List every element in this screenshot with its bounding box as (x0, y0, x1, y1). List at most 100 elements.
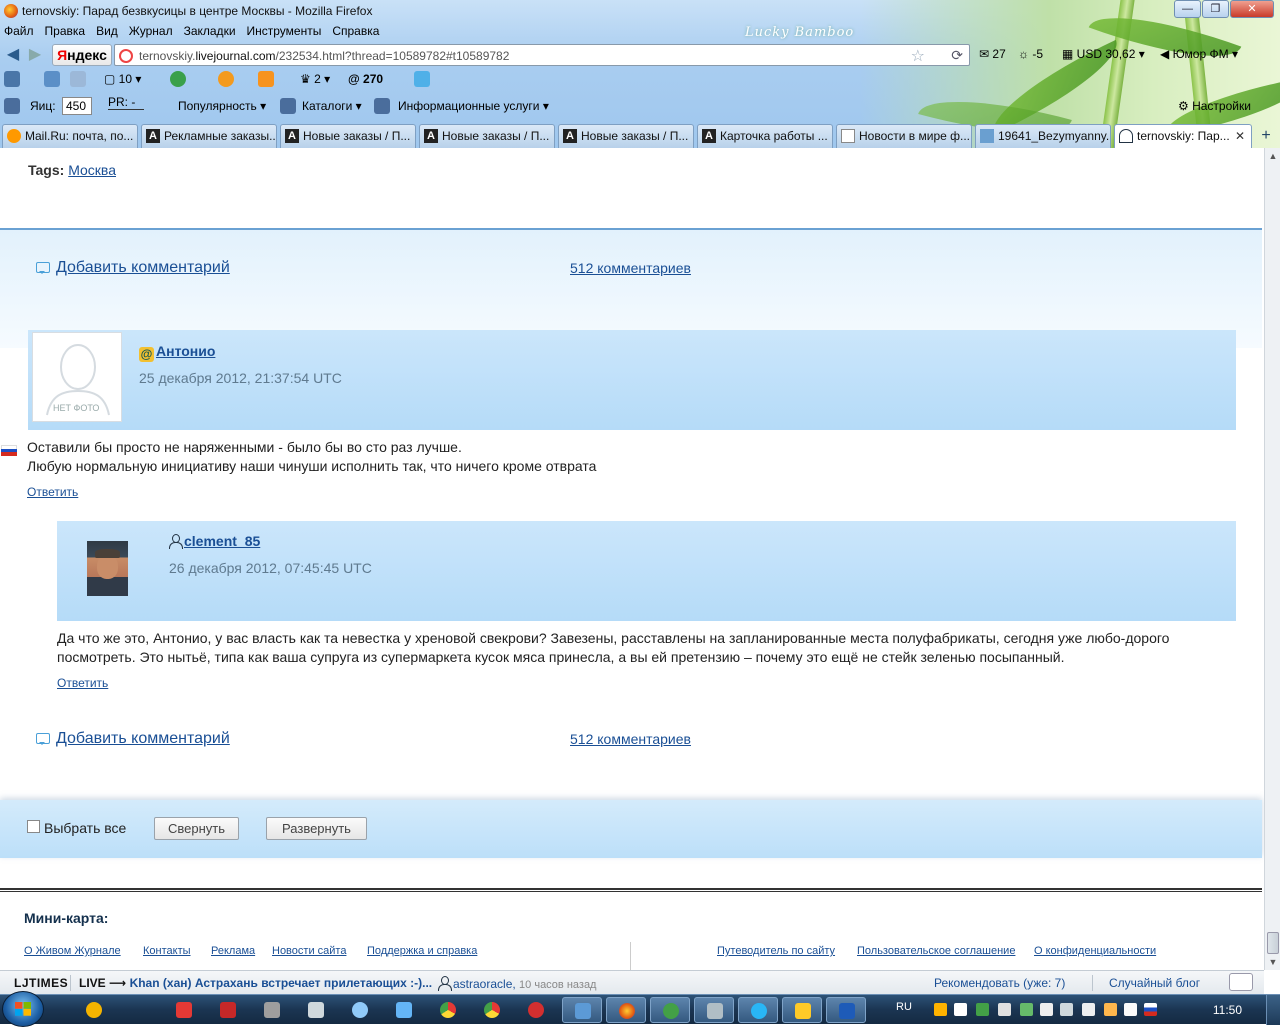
minimize-button[interactable]: — (1174, 0, 1201, 18)
mail-icon[interactable] (258, 71, 274, 87)
url-bar[interactable]: ternovskiy.livejournal.com/232534.html?t… (114, 44, 970, 66)
comment-date[interactable]: 26 декабря 2012, 07:45:45 UTC (169, 560, 372, 576)
clock[interactable]: 11:50 (1213, 1003, 1242, 1017)
live-headline[interactable]: LIVE ⟶ Khan (хан) Астрахань встречает пр… (79, 976, 432, 990)
ljtimes-logo[interactable]: LJTIMES (14, 976, 68, 990)
tab-image[interactable]: 19641_Bezymyanny... (975, 124, 1111, 148)
tag-link[interactable]: Москва (68, 162, 116, 178)
add-comment-link-top[interactable]: Добавить комментарий (36, 259, 230, 277)
scroll-up-icon[interactable]: ▲ (1265, 148, 1280, 164)
close-tab-icon[interactable]: ✕ (1235, 125, 1245, 147)
reload-icon[interactable]: ⟳ (951, 47, 963, 64)
russia-flag-icon[interactable] (1144, 1003, 1157, 1016)
mail-share-icon[interactable] (70, 71, 86, 87)
scroll-down-icon[interactable]: ▼ (1265, 954, 1280, 970)
tab-new-orders-3[interactable]: A Новые заказы / П... (558, 124, 694, 148)
menu-help[interactable]: Справка (332, 24, 379, 42)
contacts-icon[interactable] (44, 71, 60, 87)
mail-counter[interactable]: ✉ 27 (979, 47, 1006, 61)
counter-2[interactable]: ♛ 2 ▾ (300, 72, 330, 86)
page-scrollbar[interactable]: ▲ ▼ (1264, 148, 1280, 970)
tab-new-orders-1[interactable]: A Новые заказы / П... (280, 124, 416, 148)
menu-file[interactable]: Файл (4, 24, 34, 42)
url-text[interactable]: ternovskiy.livejournal.com/232534.html?t… (139, 49, 509, 63)
taskbar-app[interactable] (296, 997, 336, 1023)
add-comment-link-bottom[interactable]: Добавить комментарий (36, 730, 230, 748)
weather-widget[interactable]: ☼ -5 (1018, 47, 1043, 61)
close-button[interactable]: ✕ (1230, 0, 1274, 18)
tab-ternovskiy[interactable]: ternovskiy: Пар... ✕ (1114, 124, 1252, 148)
recommend-link[interactable]: Рекомендовать (уже: 7) (934, 976, 1065, 990)
taskbar-app[interactable] (694, 997, 734, 1023)
vkontakte-icon[interactable] (4, 71, 20, 87)
taskbar-app[interactable] (252, 997, 292, 1023)
pen-icon[interactable] (414, 71, 430, 87)
site-identity-icon[interactable] (119, 49, 133, 63)
menu-tools[interactable]: Инструменты (247, 24, 322, 42)
tab-ads-orders[interactable]: A Рекламные заказы... (141, 124, 277, 148)
footer-link-about[interactable]: О Живом Журнале (24, 945, 121, 957)
tray-icon[interactable] (954, 1003, 967, 1016)
new-tab-button[interactable]: + (1256, 126, 1276, 146)
tab-new-orders-2[interactable]: A Новые заказы / П... (419, 124, 555, 148)
avatar[interactable]: НЕТ ФОТО (32, 332, 122, 422)
popularity-menu[interactable]: Популярность ▾ (178, 99, 266, 113)
footer-link-terms[interactable]: Пользовательское соглашение (857, 945, 1015, 957)
tab-work-card[interactable]: A Карточка работы ... (697, 124, 833, 148)
opera-icon[interactable] (516, 997, 556, 1023)
taskbar-app[interactable] (650, 997, 690, 1023)
radio-widget[interactable]: ◀ Юмор ФМ ▾ (1160, 47, 1238, 61)
ljtimes-toggle[interactable] (1229, 973, 1253, 991)
explorer-icon[interactable] (782, 997, 822, 1023)
footer-link-news[interactable]: Новости сайта (272, 945, 346, 957)
network-icon[interactable] (1060, 1003, 1073, 1016)
settings-menu[interactable]: ⚙ Настройки (1178, 99, 1251, 113)
chrome-icon[interactable] (472, 997, 512, 1023)
notes-counter[interactable]: ▢ 10 ▾ (104, 72, 141, 86)
expand-button[interactable]: Развернуть (266, 817, 367, 840)
panel-icon[interactable] (4, 98, 20, 114)
avatar[interactable] (87, 541, 128, 596)
volume-icon[interactable] (1124, 1003, 1137, 1016)
yandex-button[interactable]: Яндекс (52, 44, 112, 66)
counter-270[interactable]: @ 270 (348, 72, 383, 86)
taskbar-app[interactable] (340, 997, 380, 1023)
input-language[interactable]: RU (896, 1001, 912, 1013)
comment-date[interactable]: 25 декабря 2012, 21:37:54 UTC (139, 370, 342, 386)
tray-icon[interactable] (1104, 1003, 1117, 1016)
tray-icon[interactable] (1040, 1003, 1053, 1016)
back-arrow-icon[interactable]: ◀ (4, 46, 22, 64)
currency-widget[interactable]: ▦ USD 30,62 ▾ (1062, 47, 1145, 61)
tab-mailru[interactable]: Mail.Ru: почта, по... (2, 124, 138, 148)
footer-link-support[interactable]: Поддержка и справка (367, 945, 477, 957)
catalogs-menu[interactable]: Каталоги ▾ (302, 99, 362, 113)
tab-news[interactable]: Новости в мире ф... (836, 124, 972, 148)
tray-icon[interactable] (998, 1003, 1011, 1016)
taskbar-app[interactable] (164, 997, 204, 1023)
tray-icon[interactable] (1082, 1003, 1095, 1016)
chrome-icon[interactable] (428, 997, 468, 1023)
footer-link-ads[interactable]: Реклама (211, 945, 255, 957)
menu-bookmarks[interactable]: Закладки (184, 24, 236, 42)
stumble-icon[interactable] (170, 71, 186, 87)
comment-author[interactable]: @ Антонио (139, 343, 215, 362)
bookmark-star-icon[interactable]: ☆ (911, 46, 925, 66)
taskbar-app[interactable] (384, 997, 424, 1023)
comment-count-link-top[interactable]: 512 комментариев (570, 260, 691, 276)
firefox-taskbar-icon[interactable] (606, 997, 646, 1023)
menu-history[interactable]: Журнал (129, 24, 173, 42)
scroll-thumb[interactable] (1267, 932, 1279, 954)
show-desktop-button[interactable] (1266, 995, 1280, 1025)
taskbar-app[interactable] (74, 997, 114, 1023)
tray-icon[interactable] (976, 1003, 989, 1016)
tray-icon[interactable] (934, 1003, 947, 1016)
skype-icon[interactable] (738, 997, 778, 1023)
menu-edit[interactable]: Правка (45, 24, 86, 42)
reply-link[interactable]: Ответить (27, 485, 78, 499)
word-icon[interactable] (826, 997, 866, 1023)
forward-arrow-icon[interactable]: ▶ (26, 46, 44, 64)
footer-link-contacts[interactable]: Контакты (143, 945, 191, 957)
live-author[interactable]: astraoracle, 10 часов назад (438, 976, 596, 991)
start-button[interactable] (2, 991, 44, 1027)
tray-icon[interactable] (1020, 1003, 1033, 1016)
